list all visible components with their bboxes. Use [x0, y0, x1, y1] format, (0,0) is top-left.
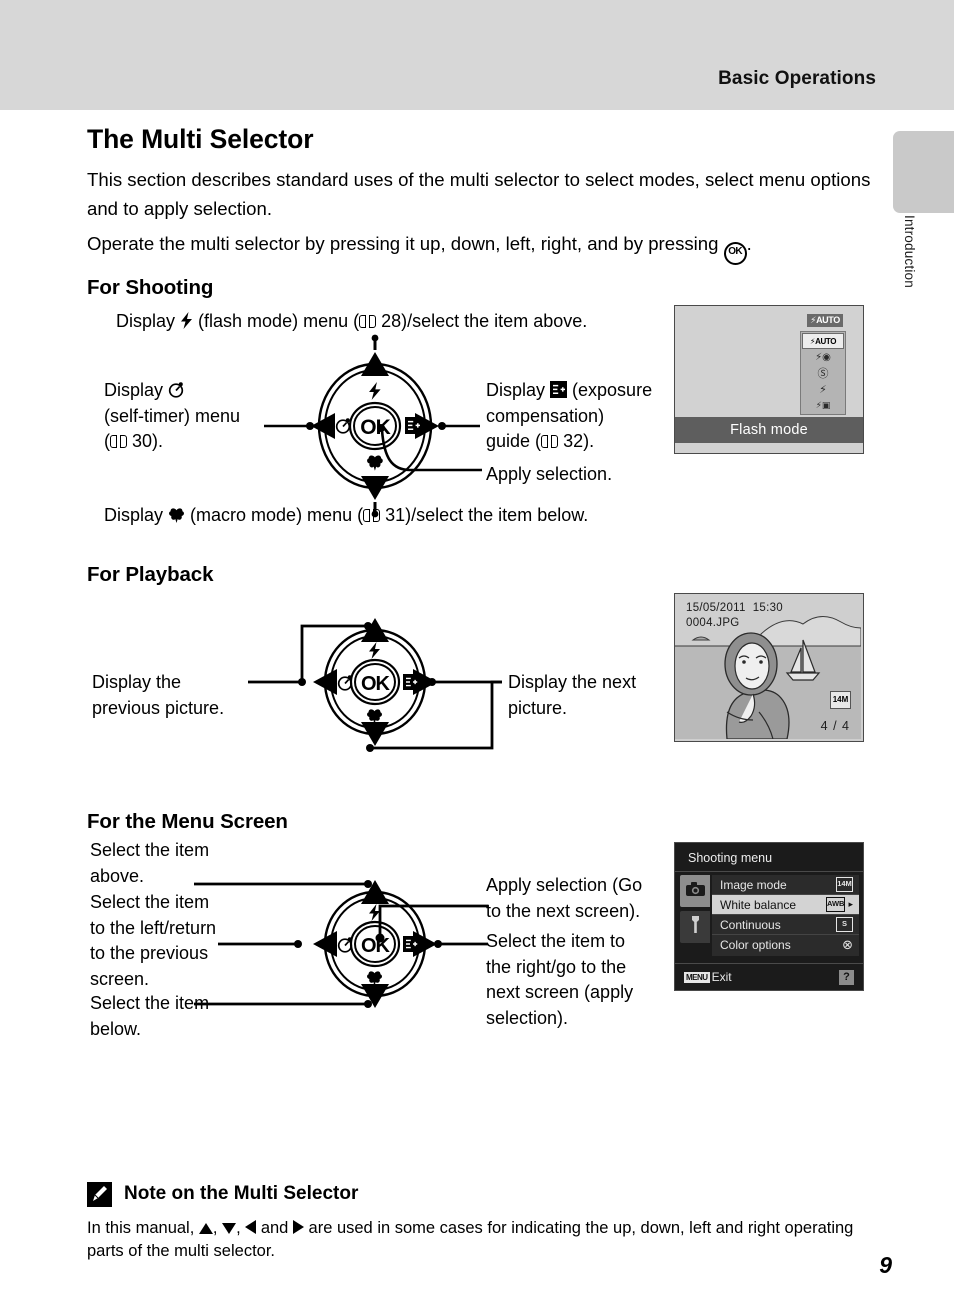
flash-item-off[interactable]: Ⓢ: [802, 365, 844, 381]
menu-row-color-options[interactable]: Color options ⊗: [712, 935, 859, 954]
ok-button-icon: OK: [723, 242, 747, 265]
menu-above-text-2: above.: [90, 865, 145, 886]
flash-icon: [180, 312, 193, 329]
intro-text-before: Operate the multi selector by pressing i…: [87, 233, 724, 254]
chapter-tab-label: Introduction: [902, 215, 917, 288]
running-head: Basic Operations: [718, 68, 876, 89]
image-mode-badge: 14M: [836, 877, 853, 892]
page-reference-icon: [359, 315, 377, 329]
section-heading-menu: For the Menu Screen: [87, 810, 288, 833]
menu-row-value: AWB ▸: [825, 897, 853, 912]
chapter-tab: [893, 131, 954, 213]
menu-row-value: 14M: [836, 877, 853, 892]
menu-above-text-1: Select the item: [90, 840, 210, 860]
flash-item-red-eye[interactable]: ⚡◉: [802, 349, 844, 365]
callout-lines-shooting: [264, 422, 482, 472]
page-title: The Multi Selector: [87, 124, 314, 154]
playback-image-size-badge: 14M: [830, 691, 851, 709]
note-text-4: and: [256, 1219, 293, 1237]
menu-row-label: Image mode: [720, 877, 787, 892]
menu-row-white-balance[interactable]: White balance AWB ▸: [712, 895, 859, 915]
lcd-shooting-menu: Shooting menu Image mode 14M White balan…: [674, 842, 864, 991]
chevron-right-icon: ▸: [848, 899, 853, 909]
section-heading-playback: For Playback: [87, 563, 214, 586]
intro-text-after: .: [746, 233, 752, 254]
shooting-up-text-2: (flash mode) menu (: [193, 311, 360, 331]
pencil-icon: [87, 1182, 112, 1207]
shooting-menu-title-rule: [675, 871, 863, 872]
callout-lines-menu: [194, 880, 488, 1008]
arrow-right-icon: [292, 1220, 304, 1234]
menu-row-label: Color options: [720, 937, 791, 952]
flash-mode-list[interactable]: ⚡AUTO ⚡◉ Ⓢ ⚡ ⚡▣: [800, 331, 846, 415]
playback-left-text-1: Display the: [92, 672, 182, 692]
note-text-3: ,: [236, 1219, 246, 1237]
header-band: [0, 0, 954, 110]
lcd-flash-mode: ⚡AUTO ⚡AUTO ⚡◉ Ⓢ ⚡ ⚡▣ Flash mode: [674, 305, 864, 454]
note-text-2: ,: [212, 1219, 223, 1237]
shooting-menu-tab-setup[interactable]: [680, 911, 710, 943]
shooting-menu-title: Shooting menu: [688, 851, 773, 865]
white-balance-badge: AWB: [825, 897, 846, 912]
intro-paragraph-2: Operate the multi selector by pressing i…: [87, 229, 887, 265]
shooting-left-page-ref: 30: [132, 431, 153, 451]
shooting-up-page-ref: 28: [381, 311, 402, 331]
section-heading-shooting: For Shooting: [87, 276, 214, 299]
playback-date: 15/05/2011: [686, 602, 746, 614]
playback-left-text-2: previous picture.: [92, 697, 225, 718]
intro-paragraph-1: This section describes standard uses of …: [87, 169, 871, 219]
flash-current-mode-label: AUTO: [816, 315, 840, 325]
page-number: 9: [879, 1252, 892, 1278]
menu-key-badge: MENU: [684, 971, 710, 983]
macro-icon: [168, 507, 185, 523]
manual-page: Basic Operations Introduction The Multi …: [0, 0, 954, 1314]
flash-mode-caption: Flash mode: [675, 417, 863, 443]
shooting-up-text-3: )/select the item above.: [401, 311, 588, 331]
playback-metadata: 15/05/2011 15:30 0004.JPG: [686, 601, 783, 631]
continuous-badge: S: [836, 917, 853, 932]
note-body: In this manual, , , and are used in some…: [87, 1217, 877, 1263]
menu-below-text-2: below.: [90, 1018, 142, 1039]
playback-time: 15:30: [752, 602, 783, 614]
flash-item-auto[interactable]: ⚡AUTO: [802, 333, 844, 349]
color-options-badge: ⊗: [842, 936, 853, 952]
shooting-down-text-1: Display: [104, 505, 169, 525]
shooting-left-text-2: (self-timer) menu: [104, 405, 241, 426]
note-text-1: In this manual,: [87, 1219, 199, 1237]
arrow-left-icon: [245, 1220, 257, 1234]
lcd-playback: 15/05/2011 15:30 0004.JPG 14M 4 / 4: [674, 593, 864, 742]
menu-exit-label: Exit: [711, 970, 732, 984]
shooting-menu-footer: MENU Exit ?: [675, 963, 863, 990]
self-timer-icon: [168, 380, 185, 398]
menu-row-value: S: [836, 917, 853, 932]
shooting-up-text-1: Display: [116, 311, 181, 331]
shooting-menu-tab-camera[interactable]: [680, 875, 710, 907]
shooting-left-text-1: Display: [104, 380, 169, 400]
menu-row-label: White balance: [720, 897, 797, 912]
page-reference-icon: [110, 435, 127, 449]
playback-filename: 0004.JPG: [686, 617, 740, 629]
menu-left-text-4: screen.: [90, 968, 150, 989]
playback-frame-counter: 4 / 4: [820, 719, 850, 733]
arrow-down-icon: [222, 1223, 237, 1234]
arrow-up-icon: [198, 1223, 213, 1234]
shooting-menu-tab-rail: [680, 875, 712, 956]
note-title: Note on the Multi Selector: [124, 1183, 359, 1204]
flash-current-mode: ⚡AUTO: [804, 310, 846, 328]
camera-icon: [685, 881, 705, 901]
menu-row-value: ⊗: [842, 937, 853, 953]
menu-row-image-mode[interactable]: Image mode 14M: [712, 875, 859, 895]
flash-item-slow-sync[interactable]: ⚡▣: [802, 397, 844, 413]
callout-lines-playback: [248, 622, 502, 752]
flash-item-auto-label: AUTO: [815, 336, 837, 346]
menu-row-continuous[interactable]: Continuous S: [712, 915, 859, 935]
wrench-icon: [688, 916, 703, 938]
shooting-menu-list[interactable]: Image mode 14M White balance AWB ▸ Conti…: [712, 875, 859, 956]
help-icon: ?: [839, 969, 854, 985]
menu-row-label: Continuous: [720, 917, 781, 932]
flash-item-fill[interactable]: ⚡: [802, 381, 844, 397]
